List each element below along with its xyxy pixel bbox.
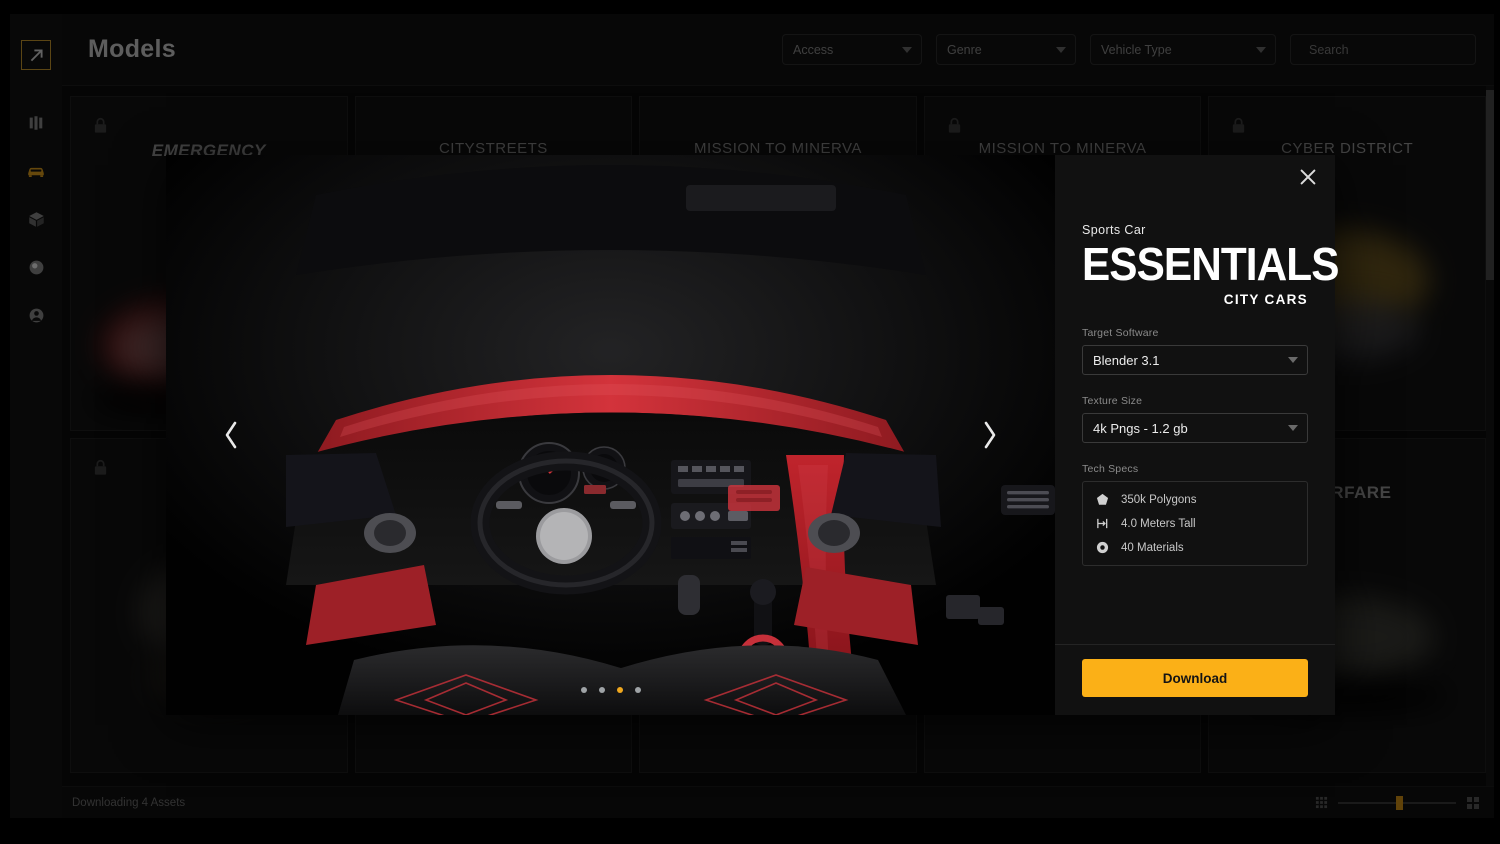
window-frame-right (1494, 0, 1500, 844)
asset-detail-panel: Sports Car ESSENTIALS CITY CARS Target S… (1055, 155, 1339, 715)
asset-detail-modal: Sports Car ESSENTIALS CITY CARS Target S… (166, 155, 1339, 715)
detail-footer: Download (1055, 644, 1335, 715)
app-window: Models Access Genre Vehicle Type (0, 0, 1500, 844)
spec-row: 4.0 Meters Tall (1095, 517, 1295, 530)
asset-subtitle: CITY CARS (1223, 292, 1308, 308)
texture-size-value: 4k Pngs - 1.2 gb (1093, 420, 1188, 436)
close-button[interactable] (1295, 164, 1321, 190)
carousel-dot[interactable] (598, 687, 605, 693)
spec-text: 350k Polygons (1121, 493, 1197, 506)
target-software-field: Target Software Blender 3.1 (1082, 327, 1308, 376)
close-icon (1300, 169, 1316, 185)
carousel-dot[interactable] (634, 687, 641, 693)
asset-kicker: Sports Car (1082, 223, 1146, 237)
texture-size-select[interactable]: 4k Pngs - 1.2 gb (1082, 413, 1308, 444)
chevron-right-icon (984, 421, 996, 449)
chevron-down-icon (1288, 425, 1298, 432)
spec-text: 4.0 Meters Tall (1121, 517, 1196, 530)
tech-specs-label: Tech Specs (1082, 463, 1139, 476)
texture-size-field: Texture Size 4k Pngs - 1.2 gb (1082, 395, 1308, 444)
chevron-down-icon (1288, 357, 1298, 364)
spec-row: 350k Polygons (1095, 493, 1295, 506)
detail-body: Sports Car ESSENTIALS CITY CARS Target S… (1055, 155, 1339, 644)
download-button[interactable]: Download (1082, 659, 1308, 697)
carousel-prev-button[interactable] (214, 418, 248, 452)
target-software-value: Blender 3.1 (1093, 352, 1160, 368)
carousel-next-button[interactable] (973, 418, 1007, 452)
carousel-dots (166, 687, 1055, 693)
polygon-icon (1095, 493, 1110, 506)
target-software-label: Target Software (1082, 327, 1159, 340)
window-frame-left (0, 0, 10, 844)
asset-preview (166, 155, 1055, 715)
spec-text: 40 Materials (1121, 541, 1184, 554)
target-software-select[interactable]: Blender 3.1 (1082, 345, 1308, 376)
carousel-dot[interactable] (580, 687, 587, 693)
carousel-dot-active[interactable] (616, 687, 623, 693)
preview-image (166, 155, 1055, 715)
window-frame-bottom (0, 818, 1500, 844)
tech-specs-field: Tech Specs 350k Polygons 4.0 Meters Tall… (1082, 463, 1308, 567)
tech-specs-box: 350k Polygons 4.0 Meters Tall 40 Materia… (1082, 481, 1308, 567)
chevron-left-icon (225, 421, 237, 449)
texture-size-label: Texture Size (1082, 395, 1143, 408)
spec-row: 40 Materials (1095, 541, 1295, 554)
asset-title: ESSENTIALS (1082, 238, 1339, 290)
height-icon (1095, 517, 1110, 530)
window-frame-top (0, 0, 1500, 14)
material-icon (1095, 541, 1110, 554)
